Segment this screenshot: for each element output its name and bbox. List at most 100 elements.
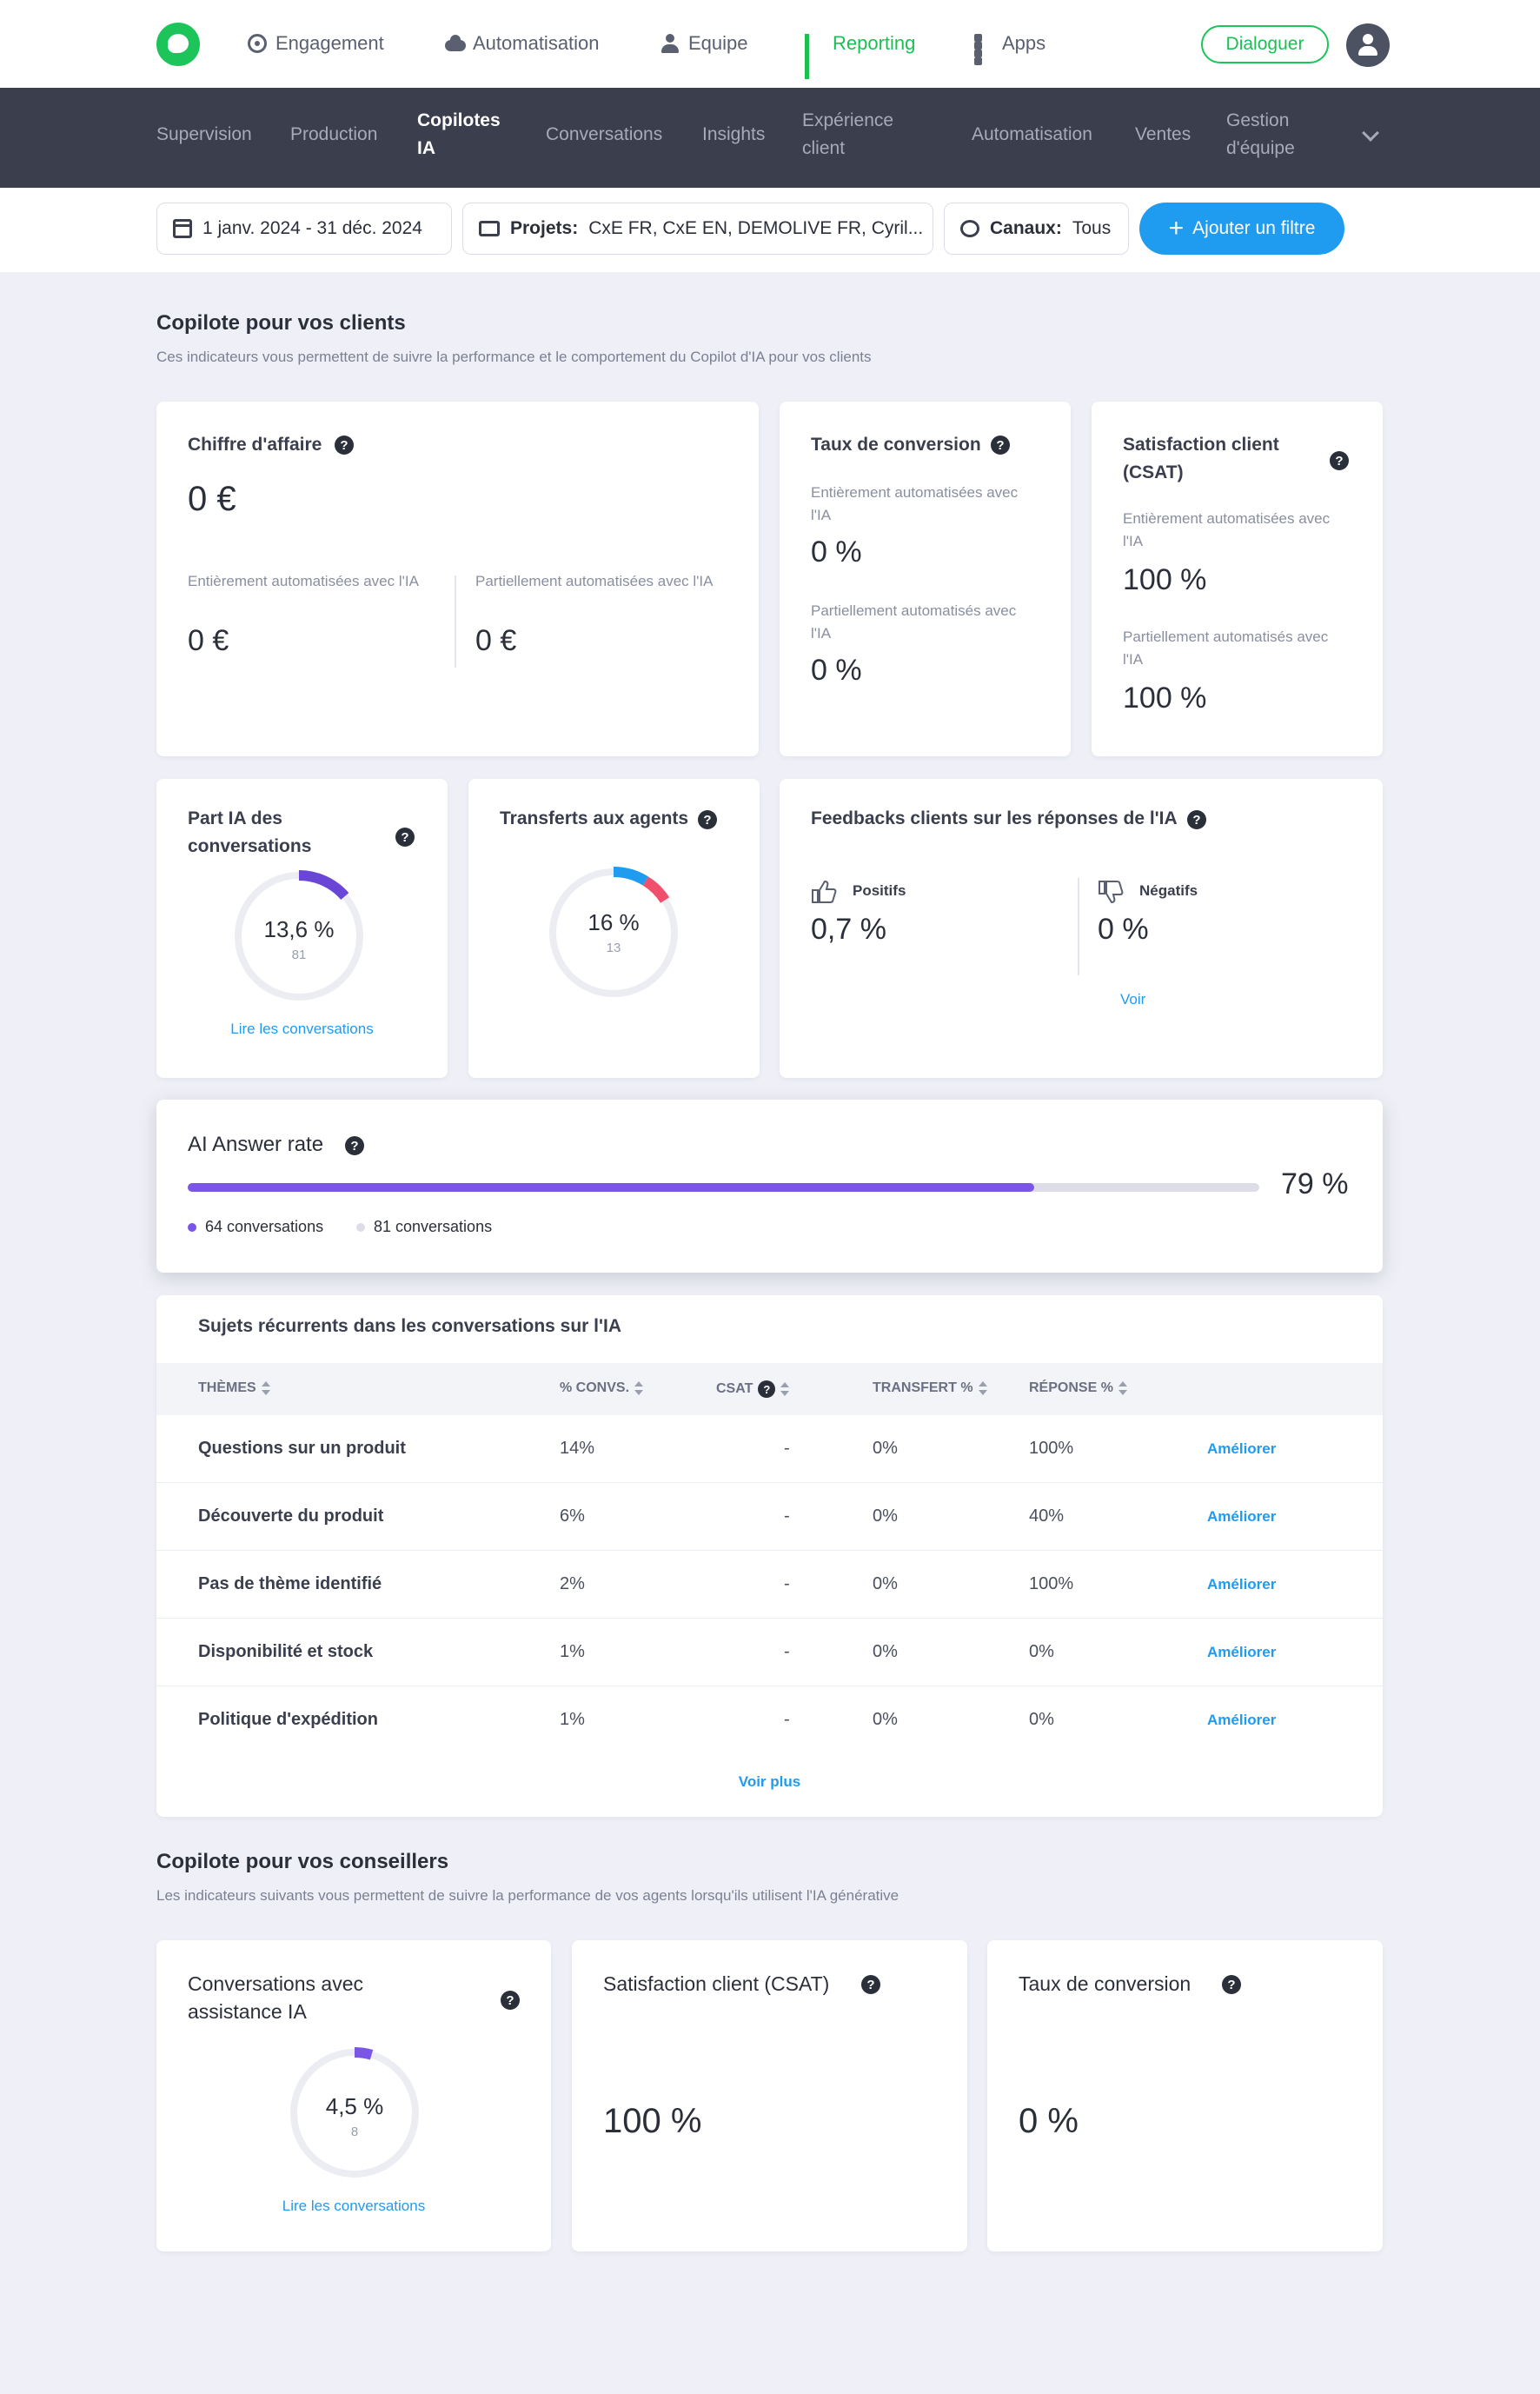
nav-apps[interactable]: Apps: [974, 29, 1045, 65]
ai-share-card: Part IA des conversations ? 13,6 % 81 Li…: [156, 779, 448, 1078]
nav-automatisation-label: Automatisation: [473, 32, 600, 54]
revenue-full-value: 0 €: [188, 624, 229, 657]
advisors-conversion-title: Taux de conversion: [1019, 1972, 1192, 1995]
revenue-title: Chiffre d'affaire: [188, 435, 322, 455]
improve-link[interactable]: Améliorer: [1207, 1440, 1276, 1458]
help-icon[interactable]: ?: [345, 1136, 364, 1155]
answer-rate-fill: [188, 1183, 1035, 1192]
subnav-insights[interactable]: Insights: [702, 121, 765, 149]
row-answer: 40%: [1029, 1506, 1065, 1526]
bar-chart-icon: [805, 34, 824, 79]
header-csat[interactable]: CSAT?: [716, 1380, 790, 1398]
help-icon[interactable]: ?: [991, 436, 1010, 455]
nav-equipe-label: Equipe: [688, 32, 748, 54]
row-answer: 100%: [1029, 1439, 1074, 1458]
reporting-subnav: Supervision Production Copilotes IA Conv…: [0, 88, 1540, 188]
topics-title: Sujets récurrents dans les conversations…: [198, 1316, 622, 1336]
read-conversations-link[interactable]: Lire les conversations: [156, 2198, 551, 2215]
header-transfer[interactable]: TRANSFERT %: [873, 1380, 987, 1396]
help-icon[interactable]: ?: [335, 436, 354, 455]
legend-total-label: 81 conversations: [374, 1218, 493, 1235]
subnav-experience-client[interactable]: Expérience client: [802, 107, 915, 163]
subnav-copilotes-ia[interactable]: Copilotes IA: [417, 107, 501, 163]
brand-logo[interactable]: [156, 23, 200, 66]
ai-share-percent: 13,6 %: [263, 916, 335, 942]
improve-link[interactable]: Améliorer: [1207, 1576, 1276, 1593]
see-more-link[interactable]: Voir plus: [156, 1773, 1383, 1791]
negative-value: 0 %: [1098, 913, 1149, 946]
csat-card: Satisfaction client (CSAT) ? Entièrement…: [1092, 402, 1383, 756]
positive-label: Positifs: [853, 882, 906, 899]
nav-reporting[interactable]: Reporting: [805, 29, 915, 79]
header-answer[interactable]: RÉPONSE %: [1029, 1380, 1127, 1396]
row-convs: 6%: [560, 1506, 585, 1526]
csat-title: Satisfaction client (CSAT): [1123, 435, 1279, 482]
csat-full-label: Entièrement automatisées avec l'IA: [1123, 510, 1331, 549]
legend-answered: 64 conversations: [188, 1218, 323, 1236]
nav-automatisation[interactable]: Automatisation: [445, 29, 600, 58]
help-icon[interactable]: ?: [1222, 1975, 1241, 1994]
help-icon[interactable]: ?: [395, 828, 415, 847]
assisted-percent: 4,5 %: [325, 2093, 384, 2119]
nav-equipe[interactable]: Equipe: [660, 29, 748, 58]
advisors-csat-value: 100 %: [603, 2102, 702, 2140]
subnav-conversations[interactable]: Conversations: [546, 121, 662, 149]
revenue-partial-value: 0 €: [475, 624, 517, 657]
thumbs-up-icon: [812, 880, 837, 903]
header-convs-label: % CONVS.: [560, 1380, 630, 1395]
advisors-section-desc: Les indicateurs suivants vous permettent…: [156, 1887, 899, 1904]
help-icon[interactable]: ?: [861, 1975, 880, 1994]
improve-link[interactable]: Améliorer: [1207, 1508, 1276, 1526]
filter-bar: 1 janv. 2024 - 31 déc. 2024 Projets: CxE…: [0, 188, 1540, 272]
help-icon[interactable]: ?: [758, 1380, 776, 1398]
table-row: Découverte du produit 6% - 0% 40% Amélio…: [156, 1483, 1383, 1551]
row-convs: 2%: [560, 1574, 585, 1593]
csat-full-value: 100 %: [1123, 563, 1207, 596]
nav-engagement[interactable]: Engagement: [248, 29, 384, 58]
assisted-title: Conversations avec assistance IA: [188, 1972, 363, 2023]
user-avatar[interactable]: [1346, 23, 1390, 67]
channels-filter[interactable]: Canaux: Tous: [944, 203, 1129, 255]
header-answer-label: RÉPONSE %: [1029, 1380, 1113, 1395]
assisted-conversations-card: Conversations avec assistance IA ? 4,5 %…: [156, 1940, 551, 2251]
subnav-automatisation[interactable]: Automatisation: [972, 121, 1092, 149]
negative-label: Négatifs: [1139, 882, 1198, 899]
improve-link[interactable]: Améliorer: [1207, 1644, 1276, 1661]
clients-section-title: Copilote pour vos clients: [156, 311, 406, 335]
help-icon[interactable]: ?: [698, 810, 717, 829]
transfers-percent: 16 %: [587, 909, 640, 935]
dialog-button[interactable]: Dialoguer: [1201, 25, 1329, 63]
header-convs[interactable]: % CONVS.: [560, 1380, 644, 1396]
header-themes[interactable]: THÈMES: [198, 1380, 270, 1396]
divider: [1078, 878, 1079, 975]
divider: [455, 575, 456, 668]
row-transfer: 0%: [873, 1439, 898, 1458]
transfers-card: Transferts aux agents ? 16 % 13: [468, 779, 760, 1078]
see-feedbacks-link[interactable]: Voir: [1120, 991, 1145, 1008]
subnav-production[interactable]: Production: [290, 121, 377, 149]
header-themes-label: THÈMES: [198, 1380, 256, 1395]
projects-filter[interactable]: Projets: CxE FR, CxE EN, DEMOLIVE FR, Cy…: [462, 203, 933, 255]
channels-filter-label: Canaux:: [990, 218, 1062, 238]
grid-icon: [974, 34, 993, 65]
conversion-full-value: 0 %: [811, 535, 862, 569]
help-icon[interactable]: ?: [1330, 451, 1349, 470]
subnav-gestion-equipe[interactable]: Gestion d'équipe: [1226, 107, 1322, 163]
sort-icon: [978, 1380, 987, 1396]
row-convs: 1%: [560, 1710, 585, 1729]
date-range-filter[interactable]: 1 janv. 2024 - 31 déc. 2024: [156, 203, 452, 255]
row-csat: -: [784, 1506, 790, 1526]
row-theme: Politique d'expédition: [198, 1710, 378, 1729]
help-icon[interactable]: ?: [1187, 810, 1206, 829]
read-conversations-link[interactable]: Lire les conversations: [156, 1021, 448, 1038]
subnav-ventes[interactable]: Ventes: [1135, 121, 1191, 149]
add-filter-button[interactable]: + Ajouter un filtre: [1139, 203, 1344, 255]
row-transfer: 0%: [873, 1574, 898, 1593]
sort-icon: [780, 1381, 790, 1397]
help-icon[interactable]: ?: [501, 1991, 520, 2010]
subnav-supervision[interactable]: Supervision: [156, 121, 252, 149]
revenue-card: Chiffre d'affaire ? 0 € Entièrement auto…: [156, 402, 759, 756]
sort-icon: [634, 1380, 644, 1396]
improve-link[interactable]: Améliorer: [1207, 1712, 1276, 1729]
folder-icon: [479, 221, 500, 236]
